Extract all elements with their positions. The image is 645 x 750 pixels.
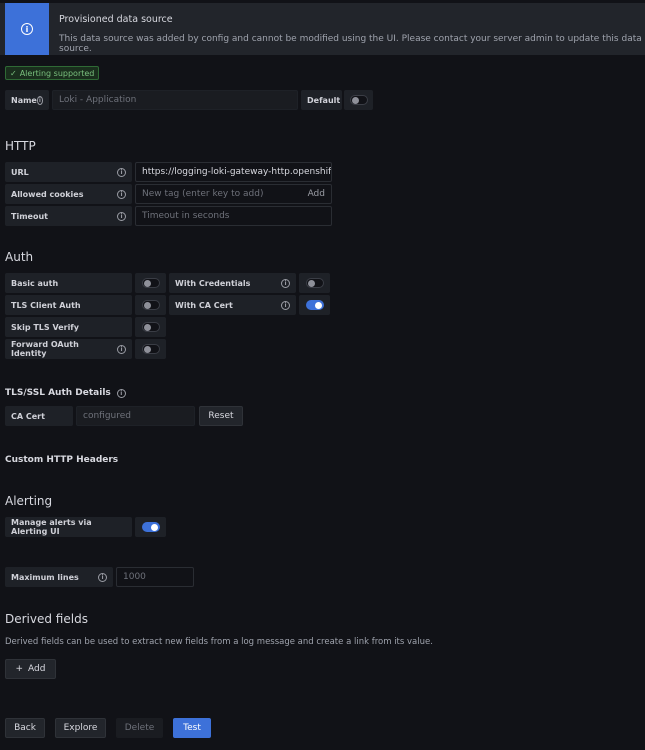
manage-alerts-text: Manage alerts via Alerting UI bbox=[11, 518, 92, 536]
skip-tls-text: Skip TLS Verify bbox=[11, 322, 79, 332]
explore-button[interactable]: Explore bbox=[55, 718, 106, 738]
with-ca-text: With CA Cert bbox=[175, 300, 233, 310]
add-derived-field-button[interactable]: + Add bbox=[5, 659, 56, 679]
forward-oauth-text: Forward OAuth Identity bbox=[11, 340, 79, 358]
tls-details-heading: TLS/SSL Auth Details i bbox=[5, 388, 126, 398]
forward-oauth-toggle[interactable] bbox=[135, 339, 166, 359]
reset-button[interactable]: Reset bbox=[199, 406, 243, 426]
with-ca-cert-label: With CA Cert i bbox=[169, 295, 296, 315]
with-credentials-label: With Credentials i bbox=[169, 273, 296, 293]
banner-title: Provisioned data source bbox=[59, 14, 173, 25]
info-icon: i bbox=[5, 3, 49, 55]
name-placeholder: Loki - Application bbox=[59, 95, 137, 105]
toggle-switch[interactable] bbox=[305, 278, 324, 288]
allowed-cookies-label: Allowed cookies i bbox=[5, 184, 132, 204]
url-input[interactable]: https://logging-loki-gateway-http.opensh… bbox=[135, 162, 332, 182]
auth-heading: Auth bbox=[5, 250, 34, 264]
add-label: Add bbox=[28, 664, 46, 674]
info-icon: i bbox=[281, 300, 290, 310]
timeout-placeholder: Timeout in seconds bbox=[142, 211, 230, 221]
toggle-switch[interactable] bbox=[349, 95, 368, 105]
cookies-label-text: Allowed cookies bbox=[11, 189, 84, 199]
basic-auth-text: Basic auth bbox=[11, 278, 59, 288]
info-icon: i bbox=[36, 95, 43, 105]
url-value: https://logging-loki-gateway-http.opensh… bbox=[142, 167, 332, 177]
maximum-lines-label: Maximum lines i bbox=[5, 567, 113, 587]
custom-headers-heading[interactable]: Custom HTTP Headers bbox=[5, 455, 118, 465]
maximum-lines-input[interactable]: 1000 bbox=[116, 567, 194, 587]
info-icon: i bbox=[117, 211, 126, 221]
toggle-switch[interactable] bbox=[141, 300, 160, 310]
max-lines-text: Maximum lines bbox=[11, 572, 79, 582]
basic-auth-toggle[interactable] bbox=[135, 273, 166, 293]
timeout-label-text: Timeout bbox=[11, 211, 48, 221]
derived-fields-description: Derived fields can be used to extract ne… bbox=[5, 637, 433, 647]
default-toggle[interactable] bbox=[344, 90, 373, 110]
ca-cert-label: CA Cert bbox=[5, 406, 73, 426]
skip-tls-verify-label: Skip TLS Verify bbox=[5, 317, 132, 337]
alerting-heading: Alerting bbox=[5, 494, 53, 508]
tls-client-text: TLS Client Auth bbox=[11, 300, 81, 310]
plus-icon: + bbox=[15, 664, 24, 674]
url-label-text: URL bbox=[11, 167, 29, 177]
name-input[interactable]: Loki - Application bbox=[52, 90, 298, 110]
info-icon: i bbox=[116, 388, 126, 398]
max-lines-placeholder: 1000 bbox=[123, 572, 146, 582]
allowed-cookies-input[interactable]: New tag (enter key to add) Add bbox=[135, 184, 332, 204]
check-circle-icon: ✓ bbox=[10, 68, 17, 78]
add-cookie-button[interactable]: Add bbox=[308, 189, 325, 199]
test-button[interactable]: Test bbox=[173, 718, 211, 738]
delete-button[interactable]: Delete bbox=[116, 718, 163, 738]
derived-fields-heading: Derived fields bbox=[5, 612, 88, 626]
alerting-supported-badge: ✓ Alerting supported bbox=[5, 66, 100, 80]
toggle-switch[interactable] bbox=[141, 278, 160, 288]
manage-alerts-toggle[interactable] bbox=[135, 517, 166, 537]
back-button[interactable]: Back bbox=[5, 718, 45, 738]
timeout-input[interactable]: Timeout in seconds bbox=[135, 206, 332, 226]
skip-tls-verify-toggle[interactable] bbox=[135, 317, 166, 337]
tls-heading-text: TLS/SSL Auth Details bbox=[5, 388, 111, 398]
info-icon: i bbox=[117, 189, 126, 199]
badge-text: Alerting supported bbox=[19, 68, 95, 78]
info-icon: i bbox=[281, 278, 290, 288]
cookies-placeholder: New tag (enter key to add) bbox=[142, 189, 264, 199]
banner-description: This data source was added by config and… bbox=[59, 34, 642, 54]
default-label-text: Default bbox=[307, 95, 341, 105]
manage-alerts-label: Manage alerts via Alerting UI bbox=[5, 517, 132, 537]
with-credentials-text: With Credentials bbox=[175, 278, 251, 288]
timeout-label: Timeout i bbox=[5, 206, 132, 226]
with-credentials-toggle[interactable] bbox=[299, 273, 330, 293]
forward-oauth-label: Forward OAuth Identity i bbox=[5, 339, 132, 359]
http-heading: HTTP bbox=[5, 139, 36, 153]
info-icon: i bbox=[117, 344, 126, 354]
url-label: URL i bbox=[5, 162, 132, 182]
ca-cert-input[interactable]: configured bbox=[76, 406, 195, 426]
name-label: Name i bbox=[5, 90, 49, 110]
default-label: Default bbox=[301, 90, 342, 110]
ca-cert-text: CA Cert bbox=[11, 411, 45, 421]
toggle-switch[interactable] bbox=[141, 522, 160, 532]
toggle-switch[interactable] bbox=[141, 344, 160, 354]
tls-client-auth-toggle[interactable] bbox=[135, 295, 166, 315]
ca-cert-value: configured bbox=[83, 411, 131, 421]
info-icon: i bbox=[117, 167, 126, 177]
with-ca-cert-toggle[interactable] bbox=[299, 295, 330, 315]
name-label-text: Name bbox=[11, 95, 37, 105]
tls-client-auth-label: TLS Client Auth bbox=[5, 295, 132, 315]
toggle-switch[interactable] bbox=[305, 300, 324, 310]
basic-auth-label: Basic auth bbox=[5, 273, 132, 293]
info-icon: i bbox=[98, 572, 107, 582]
toggle-switch[interactable] bbox=[141, 322, 160, 332]
